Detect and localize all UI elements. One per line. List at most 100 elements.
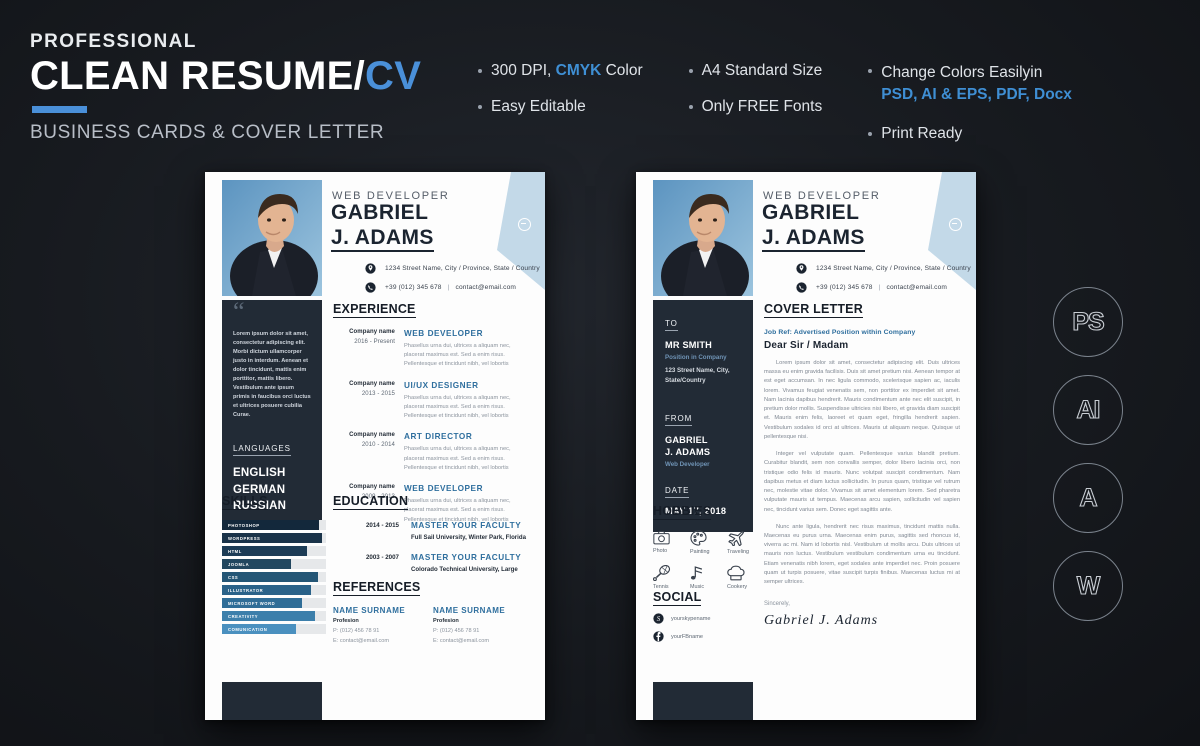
- music-note-icon: [690, 566, 703, 580]
- feature-text: Change Colors Easilyin: [881, 64, 1043, 81]
- cover-letter-page[interactable]: WEB DEVELOPER GABRIEL J. ADAMS 1234 Stre…: [636, 172, 976, 720]
- skills-section: SKILLS PHOTOSHOP WORDPRESS HTML JOOMLA CSS IL…: [222, 492, 326, 637]
- reference-profession: Profesion: [333, 618, 359, 624]
- skill-bar-label: PHOTOSHOP: [228, 522, 260, 528]
- phone-icon: [795, 281, 808, 294]
- location-icon: [364, 262, 377, 275]
- feature-item: Only FREE Fonts: [688, 97, 823, 116]
- experience-item: Company name 2016 - Present WEB DEVELOPE…: [333, 329, 528, 370]
- bullet-dot-icon: [478, 69, 482, 73]
- bullet-dot-icon: [688, 69, 693, 73]
- contact-address-row: 1234 Street Name, City / Province, State…: [795, 262, 971, 275]
- skill-bar-fill: JOOMLA: [222, 559, 291, 569]
- experience-title: WEB DEVELOPER: [404, 329, 484, 338]
- feature-list: 300 DPI, CMYK Color Easy Editable A4 Sta…: [478, 62, 1072, 161]
- skill-bar-label: CSS: [228, 574, 239, 580]
- skill-bar-fill: CSS: [222, 572, 318, 582]
- social-item[interactable]: yourFBname: [653, 631, 765, 642]
- indesign-badge[interactable]: A: [1053, 463, 1123, 533]
- reference-email: E: contact@email.com: [433, 638, 490, 644]
- skill-bar-label: HTML: [228, 548, 242, 554]
- contact-address: 1234 Street Name, City / Province, State…: [816, 265, 971, 272]
- education-item: 2003 - 2007 MASTER YOUR FACULTY Colorado…: [333, 553, 533, 573]
- cover-meta-sidebar: TO MR SMITH Position in Company 123 Stre…: [653, 300, 753, 533]
- skill-bar: ILLUSTRATOR: [222, 585, 326, 595]
- feature-column-1: 300 DPI, CMYK Color Easy Editable: [478, 62, 643, 161]
- skill-bar-label: CREATIVITY: [228, 613, 259, 619]
- feature-text: Only FREE Fonts: [701, 97, 823, 115]
- skill-bar: MICROSOFT WORD: [222, 598, 326, 608]
- word-badge[interactable]: W: [1053, 551, 1123, 621]
- reference-phone: P: (012) 456 78 91: [433, 628, 480, 634]
- skill-bar: HTML: [222, 546, 326, 556]
- from-name: GABRIEL J. ADAMS: [665, 434, 742, 459]
- to-heading: TO: [665, 319, 678, 331]
- hobby-label: Painting: [690, 549, 710, 555]
- feature-text-post: Color: [601, 62, 643, 79]
- skype-icon: S: [653, 613, 664, 624]
- from-role: Web Developer: [665, 461, 710, 469]
- resume-body: “ Lorem ipsum dolor sit amet, consectetu…: [205, 296, 545, 720]
- title-underline-rule: [32, 105, 87, 113]
- feature-column-3: Change Colors Easilyin PSD, AI & EPS, PD…: [868, 62, 1072, 161]
- reference-email: E: contact@email.com: [333, 638, 390, 644]
- experience-heading: EXPERIENCE: [333, 302, 416, 318]
- contact-phone-email: +39 (012) 345 678 | contact@email.com: [816, 284, 948, 291]
- cover-contact-block: 1234 Street Name, City / Province, State…: [795, 262, 971, 300]
- skill-bar-fill: WORDPRESS: [222, 533, 322, 543]
- skill-bar: JOOMLA: [222, 559, 326, 569]
- feature-text: Easy Editable: [491, 97, 586, 115]
- chef-hat-icon: [727, 565, 745, 581]
- education-school: Colorado Technical University, Large: [411, 566, 518, 573]
- location-icon: [795, 262, 808, 275]
- experience-title: ART DIRECTOR: [404, 432, 473, 442]
- bullet-dot-icon: [688, 104, 693, 109]
- skill-bar-label: ILLUSTRATOR: [228, 587, 264, 593]
- hobby-label: Photo: [653, 548, 668, 554]
- bullet-dot-icon: [868, 131, 873, 136]
- header-eyebrow: PROFESSIONAL: [30, 31, 197, 52]
- experience-desc: Phasellus urna dui, ultrices a aliquam n…: [404, 394, 511, 420]
- education-title: MASTER YOUR FACULTY: [411, 553, 522, 562]
- hobby-label: Traveling: [727, 549, 749, 555]
- bullet-dot-icon: [868, 69, 873, 73]
- user-icon: [949, 218, 962, 231]
- badge-label: W: [1076, 571, 1101, 600]
- resume-page[interactable]: WEB DEVELOPER GABRIEL J. ADAMS 1234 Stre…: [205, 172, 545, 720]
- resume-name: GABRIEL J. ADAMS: [331, 201, 434, 252]
- language-item: ENGLISH: [233, 467, 286, 480]
- skill-bar: PHOTOSHOP: [222, 520, 326, 530]
- facebook-icon: [653, 631, 664, 642]
- experience-title: UI/UX DESIGNER: [404, 380, 479, 390]
- hobbies-heading: HOBBIES: [653, 504, 712, 520]
- references-section: REFERENCES NAME SURNAME Profesion P: (01…: [333, 578, 533, 644]
- photoshop-badge[interactable]: PS: [1053, 287, 1123, 357]
- skill-bar: CSS: [222, 572, 326, 582]
- user-icon: [518, 218, 531, 231]
- skill-bar: WORDPRESS: [222, 533, 326, 543]
- title-accent: CV: [365, 53, 422, 98]
- hobby-item: Music: [690, 565, 727, 590]
- social-item[interactable]: S yourskypename: [653, 613, 765, 624]
- from-heading: FROM: [665, 414, 693, 426]
- skill-bar-label: MICROSOFT WORD: [228, 600, 276, 606]
- education-heading: EDUCATION: [333, 494, 409, 510]
- contact-address-row: 1234 Street Name, City / Province, State…: [364, 262, 540, 275]
- education-item: 2014 - 2015 MASTER YOUR FACULTY Full Sai…: [333, 521, 533, 541]
- resume-name-last: J. ADAMS: [331, 225, 434, 252]
- hobby-item: Cookery: [727, 565, 764, 590]
- badge-label: AI: [1076, 395, 1101, 424]
- hobby-item: Tennis: [653, 565, 690, 590]
- hobby-item: Painting: [690, 530, 727, 555]
- experience-years: 2013 - 2015: [361, 390, 395, 397]
- illustrator-badge[interactable]: AI: [1053, 375, 1123, 445]
- reference-name: NAME SURNAME: [333, 606, 406, 615]
- to-name: MR SMITH: [665, 340, 713, 350]
- contact-email: contact@email.com: [886, 284, 948, 291]
- experience-item: Company name 2013 - 2015 UI/UX DESIGNER …: [333, 381, 528, 422]
- page-footer-block: [222, 682, 322, 720]
- social-section: SOCIAL S yourskypename yourFBname: [653, 588, 765, 642]
- badge-label: PS: [1072, 307, 1105, 336]
- feature-strong: CMYK: [555, 62, 602, 79]
- resume-header: WEB DEVELOPER GABRIEL J. ADAMS 1234 Stre…: [205, 172, 545, 296]
